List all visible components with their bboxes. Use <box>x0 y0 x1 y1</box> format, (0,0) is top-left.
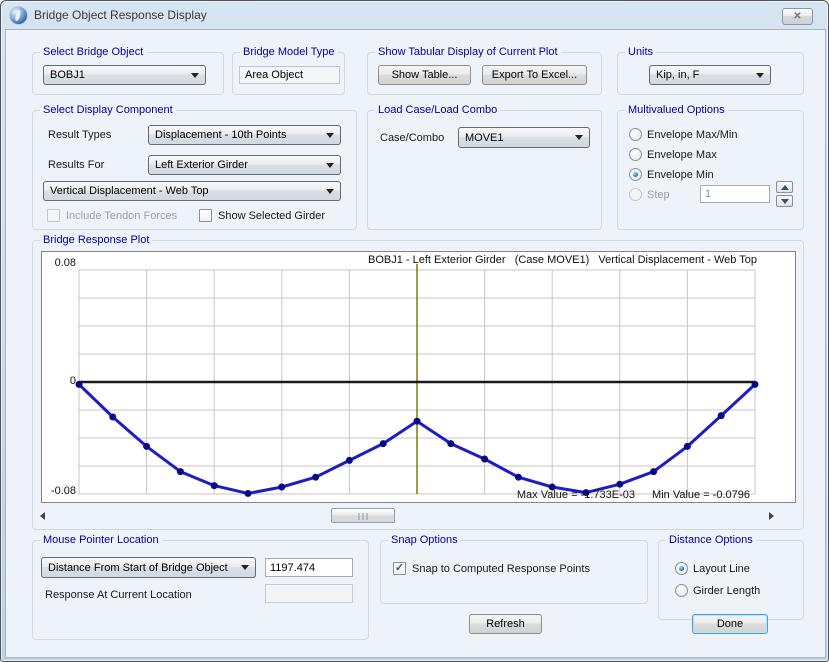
export-to-excel-button[interactable]: Export To Excel... <box>482 65 587 85</box>
radio-girder-length[interactable] <box>675 584 688 597</box>
pointer-mode-combo[interactable]: Distance From Start of Bridge Object <box>41 557 256 578</box>
group-label: Bridge Model Type <box>240 46 338 58</box>
units-combo[interactable]: Kip, in, F <box>649 65 771 85</box>
case-combo-label: Case/Combo <box>380 132 444 144</box>
component-combo[interactable]: Vertical Displacement - Web Top <box>43 181 341 201</box>
show-table-button[interactable]: Show Table... <box>378 65 471 85</box>
group-label: Mouse Pointer Location <box>40 534 162 546</box>
group-bridge-response-plot: Bridge Response Plot BOBJ1 - Left Exteri… <box>32 240 804 530</box>
component-combo-value: Vertical Displacement - Web Top <box>50 185 209 197</box>
radio-envelope-max[interactable] <box>629 148 642 161</box>
group-label: Distance Options <box>666 534 756 546</box>
response-plot-svg <box>42 252 797 504</box>
radio-envelope-maxmin[interactable] <box>629 128 642 141</box>
pointer-mode-combo-value: Distance From Start of Bridge Object <box>48 562 228 574</box>
group-label: Show Tabular Display of Current Plot <box>375 46 561 58</box>
group-label: Select Bridge Object <box>40 46 146 58</box>
group-distance-options: Distance Options Layout Line Girder Leng… <box>658 540 804 620</box>
plot-title: BOBJ1 - Left Exterior Girder (Case MOVE1… <box>42 254 757 266</box>
step-spin-up-button[interactable] <box>776 181 793 193</box>
chevron-down-icon <box>756 73 764 78</box>
group-units: Units Kip, in, F <box>617 52 804 95</box>
chevron-down-icon <box>326 189 334 194</box>
chevron-down-icon <box>241 565 249 570</box>
radio-step[interactable] <box>629 188 642 201</box>
radio-envelope-max-label: Envelope Max <box>647 149 717 161</box>
chevron-down-icon <box>326 163 334 168</box>
done-button[interactable]: Done <box>692 614 768 634</box>
chevron-down-icon <box>326 133 334 138</box>
group-select-display-component: Select Display Component Result Types Di… <box>32 110 357 230</box>
min-value-label: Min Value = -0.0796 <box>652 489 750 501</box>
max-value-label: Max Value = -1.733E-03 <box>517 489 635 501</box>
radio-layout-line-label: Layout Line <box>693 563 750 575</box>
group-load-case: Load Case/Load Combo Case/Combo MOVE1 <box>367 110 602 230</box>
refresh-button[interactable]: Refresh <box>469 614 542 634</box>
group-select-bridge-object: Select Bridge Object BOBJ1 <box>32 52 224 95</box>
radio-envelope-min[interactable] <box>629 168 642 181</box>
include-tendon-forces-checkbox[interactable] <box>47 209 60 222</box>
radio-step-label: Step <box>647 189 670 201</box>
step-spin-down-button[interactable] <box>776 195 793 207</box>
arrow-up-icon <box>781 185 789 190</box>
group-bridge-model-type: Bridge Model Type Area Object <box>232 52 345 95</box>
title-bar[interactable]: Bridge Object Response Display ✕ <box>1 1 828 29</box>
results-for-combo-value: Left Exterior Girder <box>155 159 248 171</box>
bridge-object-combo[interactable]: BOBJ1 <box>43 65 206 85</box>
case-combo-value: MOVE1 <box>465 132 504 144</box>
result-types-combo-value: Displacement - 10th Points <box>155 129 286 141</box>
y-tick-bottom: -0.08 <box>42 485 76 497</box>
group-multivalued-options: Multivalued Options Envelope Max/Min Env… <box>617 110 804 230</box>
group-snap-options: Snap Options ✓ Snap to Computed Response… <box>380 540 648 604</box>
units-combo-value: Kip, in, F <box>656 69 699 81</box>
window-title: Bridge Object Response Display <box>34 8 207 22</box>
case-combo[interactable]: MOVE1 <box>458 127 590 148</box>
group-label: Multivalued Options <box>625 104 728 116</box>
plot-maxmin-readout: Max Value = -1.733E-03 Min Value = -0.07… <box>517 489 750 501</box>
grip-icon <box>359 513 368 520</box>
response-plot-panel[interactable]: BOBJ1 - Left Exterior Girder (Case MOVE1… <box>41 251 796 503</box>
scroll-left-arrow[interactable] <box>40 512 45 520</box>
y-tick-zero: 0 <box>42 375 76 387</box>
response-at-location-label: Response At Current Location <box>45 589 192 601</box>
group-label: Units <box>625 46 656 58</box>
results-for-label: Results For <box>48 159 104 171</box>
group-mouse-pointer-location: Mouse Pointer Location Distance From Sta… <box>32 540 369 640</box>
bridge-model-type-value: Area Object <box>239 66 340 84</box>
app-icon <box>10 7 27 24</box>
radio-envelope-min-label: Envelope Min <box>647 169 714 181</box>
close-button[interactable]: ✕ <box>782 8 813 25</box>
result-types-label: Result Types <box>48 129 111 141</box>
result-types-combo[interactable]: Displacement - 10th Points <box>148 125 341 145</box>
step-input[interactable] <box>700 185 770 203</box>
y-tick-top: 0.08 <box>42 257 76 269</box>
group-label: Load Case/Load Combo <box>375 104 500 116</box>
group-tabular-display: Show Tabular Display of Current Plot Sho… <box>367 52 602 95</box>
chevron-down-icon <box>575 135 583 140</box>
radio-girder-length-label: Girder Length <box>693 585 760 597</box>
results-for-combo[interactable]: Left Exterior Girder <box>148 155 341 175</box>
arrow-down-icon <box>781 199 789 204</box>
dialog-window: Bridge Object Response Display ✕ Select … <box>0 0 829 662</box>
radio-layout-line[interactable] <box>675 562 688 575</box>
include-tendon-forces-label: Include Tendon Forces <box>66 210 177 222</box>
radio-envelope-maxmin-label: Envelope Max/Min <box>647 129 738 141</box>
show-selected-girder-label: Show Selected Girder <box>218 210 325 222</box>
group-label: Select Display Component <box>40 104 176 116</box>
scroll-right-arrow[interactable] <box>769 512 774 520</box>
response-at-location-value <box>265 584 353 603</box>
scrollbar-thumb[interactable] <box>331 508 395 523</box>
distance-input[interactable] <box>265 558 353 577</box>
snap-checkbox-label: Snap to Computed Response Points <box>412 563 590 575</box>
bridge-object-combo-value: BOBJ1 <box>50 69 85 81</box>
group-label: Bridge Response Plot <box>40 234 152 246</box>
chevron-down-icon <box>191 73 199 78</box>
show-selected-girder-checkbox[interactable] <box>199 209 212 222</box>
dialog-client-area: Select Bridge Object BOBJ1 Bridge Model … <box>5 29 826 658</box>
group-label: Snap Options <box>388 534 461 546</box>
snap-checkbox[interactable]: ✓ <box>393 562 406 575</box>
